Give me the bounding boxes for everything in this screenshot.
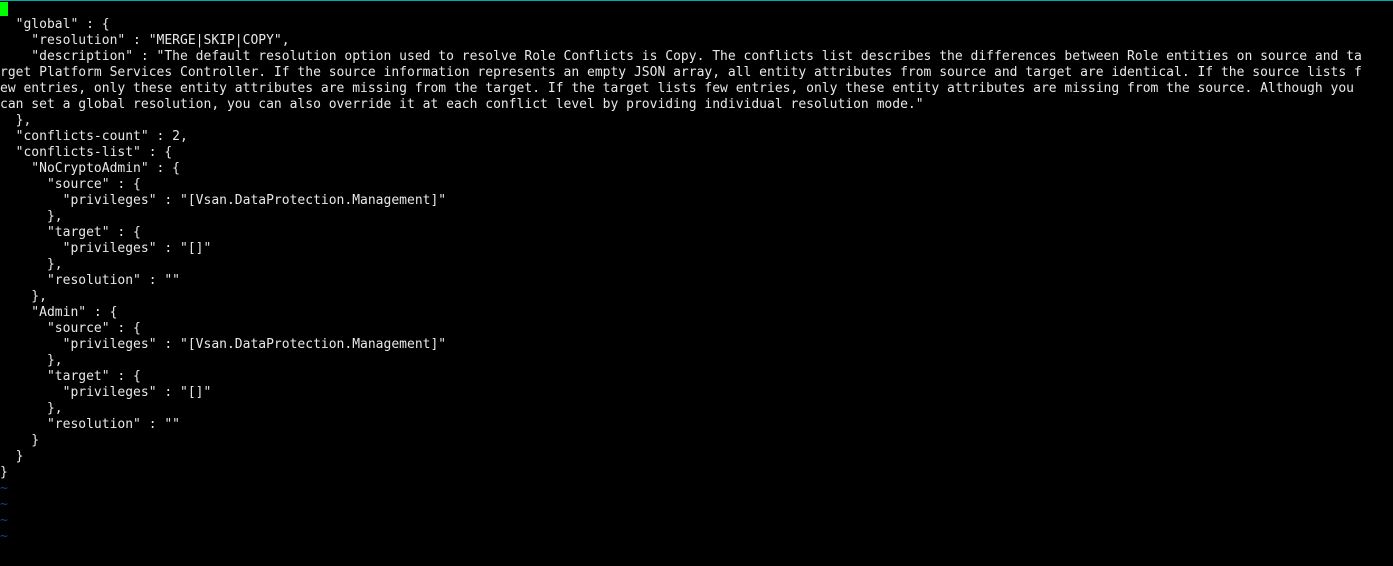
line: "Admin" : { (0, 305, 117, 320)
empty-line-tilde: ~ (0, 513, 8, 528)
line: "privileges" : "[Vsan.DataProtection.Man… (0, 193, 446, 208)
line: "conflicts-count" : 2, (0, 129, 188, 144)
status-bar: "Conflict_Roles.json" [noeol] 27L, 1139C… (0, 550, 1393, 566)
line: } (0, 433, 39, 448)
line: "resolution" : "" (0, 417, 180, 432)
line: }, (0, 353, 63, 368)
line: "source" : { (0, 321, 141, 336)
line: "NoCryptoAdmin" : { (0, 161, 180, 176)
line: "resolution" : "" (0, 273, 180, 288)
line: "target" : { (0, 369, 141, 384)
empty-line-tilde: ~ (0, 529, 8, 544)
line: ew entries, only these entity attributes… (0, 81, 1362, 96)
line: "resolution" : "MERGE|SKIP|COPY", (0, 33, 290, 48)
editor-content[interactable]: "global" : { "resolution" : "MERGE|SKIP|… (0, 1, 1393, 545)
line: "source" : { (0, 177, 141, 192)
line: "conflicts-list" : { (0, 145, 172, 160)
line: }, (0, 401, 63, 416)
line: "privileges" : "[]" (0, 385, 211, 400)
line: can set a global resolution, you can als… (0, 97, 924, 112)
line: }, (0, 257, 63, 272)
line: } (0, 465, 8, 480)
empty-line-tilde: ~ (0, 497, 8, 512)
terminal-window[interactable]: "global" : { "resolution" : "MERGE|SKIP|… (0, 0, 1393, 566)
line: "global" : { (0, 17, 110, 32)
cursor (0, 2, 8, 16)
line: }, (0, 209, 63, 224)
line: }, (0, 113, 31, 128)
line: "description" : "The default resolution … (0, 49, 1362, 64)
line: } (0, 449, 23, 464)
line: }, (0, 289, 47, 304)
line: "target" : { (0, 225, 141, 240)
line: "privileges" : "[Vsan.DataProtection.Man… (0, 337, 446, 352)
line: "privileges" : "[]" (0, 241, 211, 256)
empty-line-tilde: ~ (0, 481, 8, 496)
line: rget Platform Services Controller. If th… (0, 65, 1362, 80)
